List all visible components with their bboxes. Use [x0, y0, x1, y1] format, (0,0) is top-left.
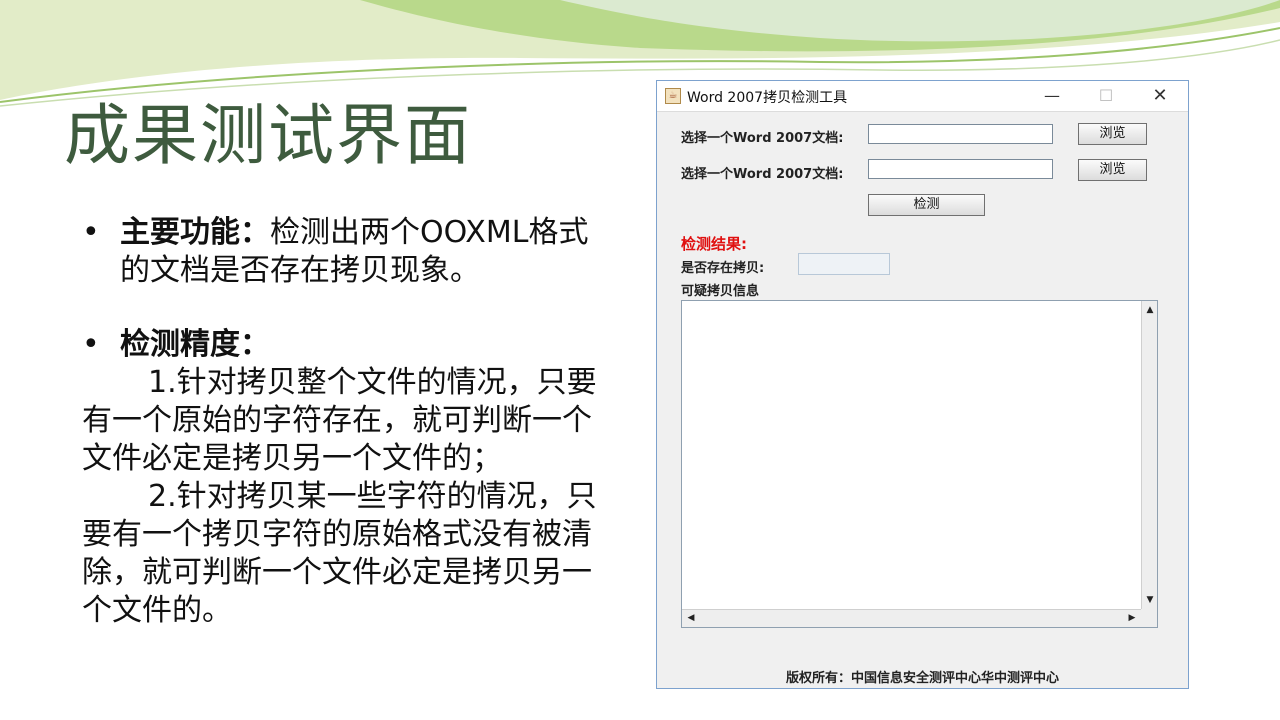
- maximize-button[interactable]: ☐: [1083, 81, 1129, 111]
- scrollbar-corner: [1141, 609, 1157, 627]
- bullet-dot: •: [82, 215, 100, 250]
- scroll-up-icon[interactable]: ▲: [1144, 303, 1156, 317]
- browse-button-1[interactable]: 浏览: [1078, 123, 1147, 145]
- java-coffee-icon: ☕: [665, 88, 681, 104]
- browse-button-2[interactable]: 浏览: [1078, 159, 1147, 181]
- copyright-footer: 版权所有：中国信息安全测评中心华中测评中心: [785, 671, 1059, 686]
- app-window: ☕ Word 2007拷贝检测工具 — ☐ ✕ 选择一个Word 2007文档:…: [656, 80, 1189, 689]
- suspicious-info-textarea[interactable]: ▲ ▼ ◀ ▶: [681, 300, 1158, 628]
- doc1-path-input[interactable]: [868, 124, 1053, 144]
- window-title: Word 2007拷贝检测工具: [687, 90, 848, 106]
- minimize-button[interactable]: —: [1029, 81, 1075, 111]
- scroll-left-icon[interactable]: ◀: [684, 611, 698, 625]
- scroll-down-icon[interactable]: ▼: [1144, 593, 1156, 607]
- copy-exists-label: 是否存在拷贝:: [681, 261, 765, 276]
- doc2-label: 选择一个Word 2007文档:: [681, 167, 844, 182]
- detect-button[interactable]: 检测: [868, 194, 985, 216]
- bullet-label: 检测精度：: [120, 327, 270, 362]
- doc2-path-input[interactable]: [868, 159, 1053, 179]
- scroll-right-icon[interactable]: ▶: [1125, 611, 1139, 625]
- bullet-list: • 主要功能：检测出两个OOXML格式的文档是否存在拷贝现象。 • 检测精度： …: [82, 214, 602, 630]
- bullet-label: 主要功能：: [120, 215, 270, 250]
- window-titlebar[interactable]: ☕ Word 2007拷贝检测工具 — ☐ ✕: [657, 81, 1188, 112]
- horizontal-scrollbar[interactable]: ◀ ▶: [682, 609, 1141, 627]
- suspicious-info-label: 可疑拷贝信息: [681, 284, 760, 299]
- doc1-label: 选择一个Word 2007文档:: [681, 131, 844, 146]
- result-title: 检测结果:: [681, 235, 747, 253]
- bullet-dot: •: [82, 327, 100, 362]
- bullet-detection-precision: • 检测精度： 1.针对拷贝整个文件的情况，只要有一个原始的字符存在，就可判断一…: [82, 326, 602, 630]
- precision-item-2: 2.针对拷贝某一些字符的情况，只要有一个拷贝字符的原始格式没有被清除，就可判断一…: [82, 479, 597, 628]
- close-button[interactable]: ✕: [1137, 81, 1183, 111]
- vertical-scrollbar[interactable]: ▲ ▼: [1141, 301, 1157, 609]
- precision-item-1: 1.针对拷贝整个文件的情况，只要有一个原始的字符存在，就可判断一个文件必定是拷贝…: [82, 365, 597, 476]
- copy-exists-field: [798, 253, 890, 275]
- slide-title: 成果测试界面: [64, 97, 472, 174]
- bullet-main-function: • 主要功能：检测出两个OOXML格式的文档是否存在拷贝现象。: [82, 214, 602, 290]
